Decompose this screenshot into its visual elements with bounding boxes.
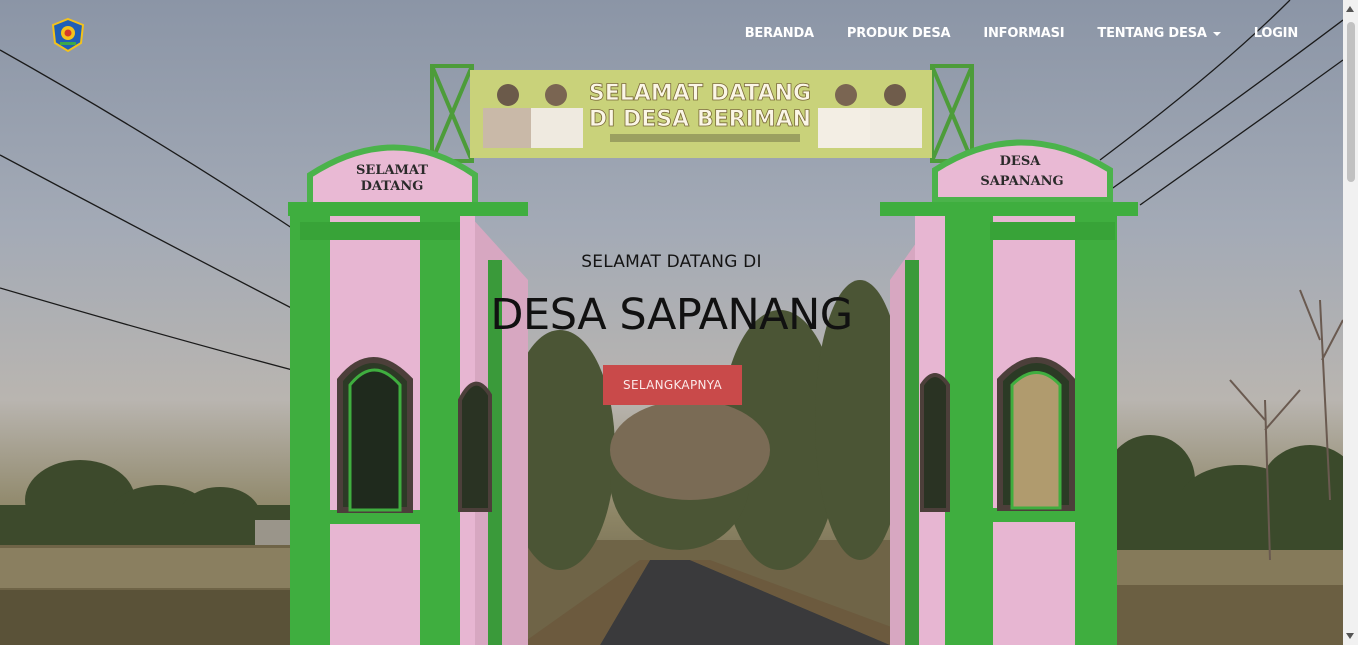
scroll-down-arrow-icon[interactable]	[1346, 633, 1354, 639]
svg-text:DESA: DESA	[1000, 154, 1042, 169]
nav-menu: BERANDA PRODUK DESA INFORMASI TENTANG DE…	[745, 26, 1298, 41]
scroll-up-arrow-icon[interactable]	[1346, 6, 1354, 12]
svg-text:DATANG: DATANG	[361, 179, 424, 194]
svg-text:SAPANANG: SAPANANG	[980, 174, 1063, 189]
village-emblem-icon[interactable]	[50, 17, 86, 53]
nav-tentang-desa[interactable]: TENTANG DESA	[1097, 26, 1221, 41]
selengkapnya-button[interactable]: SELANGKAPNYA	[603, 365, 742, 405]
hero-title: DESA SAPANANG	[490, 290, 853, 340]
vertical-scrollbar[interactable]	[1343, 0, 1358, 645]
nav-informasi[interactable]: INFORMASI	[983, 26, 1064, 41]
scroll-thumb[interactable]	[1347, 22, 1355, 182]
hero-section: SELAMAT DATANG DI DESA BERIMAN SELAMAT D…	[0, 0, 1343, 645]
nav-beranda[interactable]: BERANDA	[745, 26, 814, 41]
caret-down-icon	[1212, 31, 1221, 36]
hero-subtitle: SELAMAT DATANG DI	[581, 252, 762, 272]
svg-text:SELAMAT: SELAMAT	[356, 163, 428, 178]
navbar: BERANDA PRODUK DESA INFORMASI TENTANG DE…	[0, 0, 1343, 70]
nav-produk-desa[interactable]: PRODUK DESA	[847, 26, 951, 41]
nav-login[interactable]: LOGIN	[1254, 26, 1298, 41]
nav-tentang-desa-label: TENTANG DESA	[1097, 26, 1207, 41]
svg-text:DI DESA BERIMAN: DI DESA BERIMAN	[589, 107, 811, 132]
svg-text:SELAMAT DATANG: SELAMAT DATANG	[589, 81, 811, 106]
